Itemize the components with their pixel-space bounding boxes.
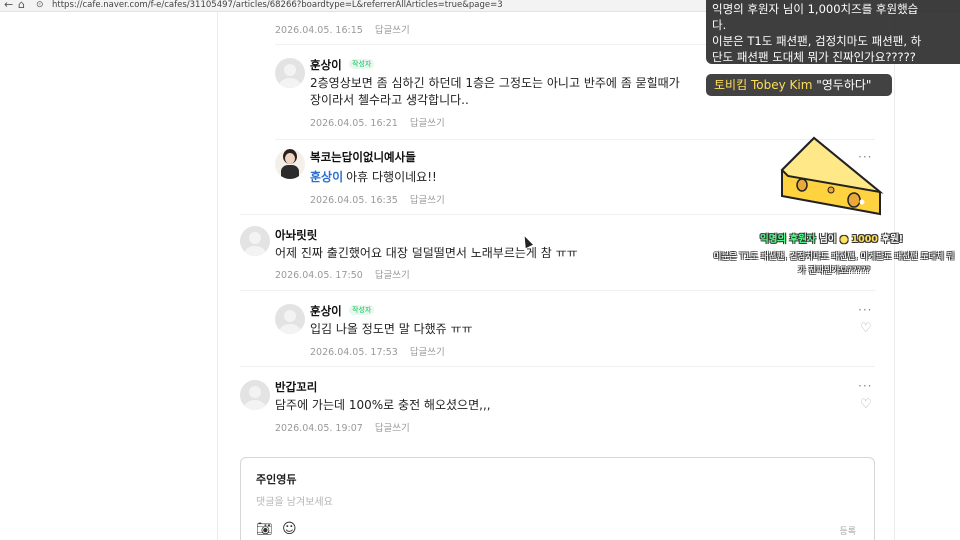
- comment-text: 훈상이 아휴 다행이네요!!: [310, 169, 437, 186]
- comment-meta: 2026.04.05. 16:15 답글쓰기: [275, 22, 410, 36]
- streamer-name-ko: 토비킴: [714, 78, 748, 92]
- avatar[interactable]: [275, 149, 305, 179]
- streamer-caption: 토비킴 Tobey Kim "영두하다": [706, 74, 892, 96]
- comment-divider: [240, 366, 875, 367]
- comment-meta: 2026.04.05. 17:50 답글쓰기: [275, 267, 410, 281]
- reply-link[interactable]: 답글쓰기: [410, 347, 445, 358]
- mention[interactable]: 훈상이: [310, 170, 343, 184]
- comment-author[interactable]: 훈상이: [310, 303, 342, 319]
- comment-author[interactable]: 반갑꼬리: [275, 379, 317, 395]
- comment-meta: 2026.04.05. 19:07 답글쓰기: [275, 420, 410, 434]
- cheese-icon: [780, 136, 884, 216]
- comment-text-content: 아휴 다행이네요!!: [346, 170, 437, 184]
- camera-icon[interactable]: 📷︎: [256, 522, 273, 537]
- author-badge: 작성자: [349, 305, 375, 315]
- more-options-icon[interactable]: ···: [858, 379, 872, 393]
- streamer-name-en: Tobey Kim: [750, 78, 813, 92]
- comment-time: 2026.04.05. 19:07: [275, 423, 363, 434]
- submit-button[interactable]: 등록: [839, 524, 856, 537]
- smiley-icon[interactable]: ☺: [282, 521, 297, 537]
- comment-text-line: 장이라서 첼수라고 생각합니다..: [310, 93, 469, 107]
- chat-line: 익명의 후원자 님이 1,000치즈를 후원했습: [712, 2, 919, 16]
- donor-suffix: 님이: [819, 234, 837, 245]
- comment-input[interactable]: 댓글을 남겨보세요: [256, 493, 333, 508]
- author-badge: 작성자: [349, 59, 375, 69]
- comment-author[interactable]: 훈상이: [310, 57, 342, 73]
- heart-icon[interactable]: ♡: [860, 321, 872, 336]
- home-icon[interactable]: ⌂: [18, 0, 25, 11]
- avatar[interactable]: [275, 58, 305, 88]
- comment-text-line: 2층영상보면 좀 심하긴 하던데 1층은 그정도는 아니고 반주에 좀 묻힐때가: [310, 76, 680, 90]
- stream-donation-chat: 익명의 후원자 님이 1,000치즈를 후원했습 다. 이분은 T1도 패션팬,…: [706, 0, 960, 64]
- donation-amount: 1000: [851, 234, 878, 245]
- chat-line: 이분은 T1도 패션팬, 검정치마도 패션팬, 하: [712, 34, 922, 48]
- comment-time: 2026.04.05. 16:15: [275, 25, 363, 36]
- comment-text: 담주에 가는데 100%로 충전 해오셨으면,,,: [275, 398, 491, 412]
- avatar[interactable]: [240, 226, 270, 256]
- reply-link[interactable]: 답글쓰기: [375, 270, 410, 281]
- chat-line: 다.: [712, 18, 727, 32]
- streamer-message: "영두하다": [816, 78, 872, 92]
- heart-icon[interactable]: ♡: [860, 397, 872, 412]
- writer-name: 주인영듀: [256, 473, 297, 486]
- reply-link[interactable]: 답글쓰기: [375, 25, 410, 36]
- site-info-icon[interactable]: ⊙: [36, 0, 44, 11]
- comment-writer[interactable]: 주인영듀 댓글을 남겨보세요 📷︎ ☺ 등록: [240, 457, 875, 540]
- reply-link[interactable]: 답글쓰기: [375, 423, 410, 434]
- donor-name: 익명의 후원자: [760, 234, 816, 245]
- avatar[interactable]: [240, 380, 270, 410]
- avatar[interactable]: [275, 304, 305, 334]
- donation-message: 이분은 T1도 패션팬, 검정치마도 패션팬, 이게단도 패션팬 도대체 뭐가 …: [713, 252, 955, 276]
- comment-text: 입김 나올 정도면 말 다했쥬 ㅠㅠ: [310, 322, 473, 336]
- comment-divider: [240, 290, 875, 291]
- comment-text: 어제 진짜 출긴했어요 대장 덜덜떨면서 노래부르는게 참 ㅠㅠ: [275, 246, 578, 260]
- comment-text: 2층영상보면 좀 심하긴 하던데 1층은 그정도는 아니고 반주에 좀 묻힐때가…: [310, 75, 680, 109]
- cheese-coin-icon: ●: [839, 234, 849, 245]
- comment-time: 2026.04.05. 17:50: [275, 270, 363, 281]
- comment-author[interactable]: 복코는답이없니예사들: [310, 149, 416, 165]
- donation-headline: 익명의 후원자 님이 ● 1000 후원!: [760, 231, 903, 245]
- comment-meta: 2026.04.05. 17:53 답글쓰기: [310, 344, 445, 358]
- reply-link[interactable]: 답글쓰기: [410, 118, 445, 129]
- comment-time: 2026.04.05. 17:53: [310, 347, 398, 358]
- comment-meta: 2026.04.05. 16:35 답글쓰기: [310, 192, 445, 206]
- reply-link[interactable]: 답글쓰기: [410, 195, 445, 206]
- chat-line: 단도 패션팬 도대체 뭐가 진짜인가요?????: [712, 50, 916, 64]
- url-text[interactable]: https://cafe.naver.com/f-e/cafes/3110549…: [52, 0, 503, 11]
- more-options-icon[interactable]: ···: [858, 303, 872, 317]
- comment-time: 2026.04.05. 16:21: [310, 118, 398, 129]
- comment-time: 2026.04.05. 16:35: [310, 195, 398, 206]
- back-arrow-icon[interactable]: ←: [4, 0, 13, 11]
- donation-amount-suffix: 후원!: [881, 234, 904, 245]
- comment-author[interactable]: 아놔릿릿: [275, 227, 317, 243]
- comment-meta: 2026.04.05. 16:21 답글쓰기: [310, 115, 445, 129]
